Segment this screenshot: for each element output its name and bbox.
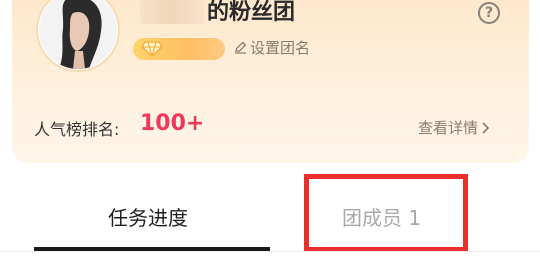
fan-group-title: 的粉丝团 (207, 0, 296, 25)
popularity-rank-label: 人气榜排名: (34, 120, 120, 139)
chevron-right-icon (482, 121, 490, 134)
set-group-name-label: 设置团名 (250, 39, 311, 57)
pencil-icon (235, 41, 247, 54)
avatar-photo (39, 0, 117, 69)
view-details-link[interactable]: 查看详情 (418, 117, 490, 138)
question-circle-icon[interactable]: ? (478, 2, 500, 24)
fan-level-badge (133, 38, 225, 60)
view-details-label: 查看详情 (418, 119, 479, 137)
highlight-box (304, 174, 468, 252)
tab-task-progress[interactable]: 任务进度 (108, 202, 188, 231)
set-group-name-button[interactable]: 设置团名 (234, 37, 310, 58)
blurred-username (140, 0, 204, 24)
tab-divider (0, 251, 540, 252)
avatar[interactable] (36, 0, 120, 72)
popularity-rank-value: 100+ (140, 111, 205, 136)
gem-icon (141, 41, 163, 57)
